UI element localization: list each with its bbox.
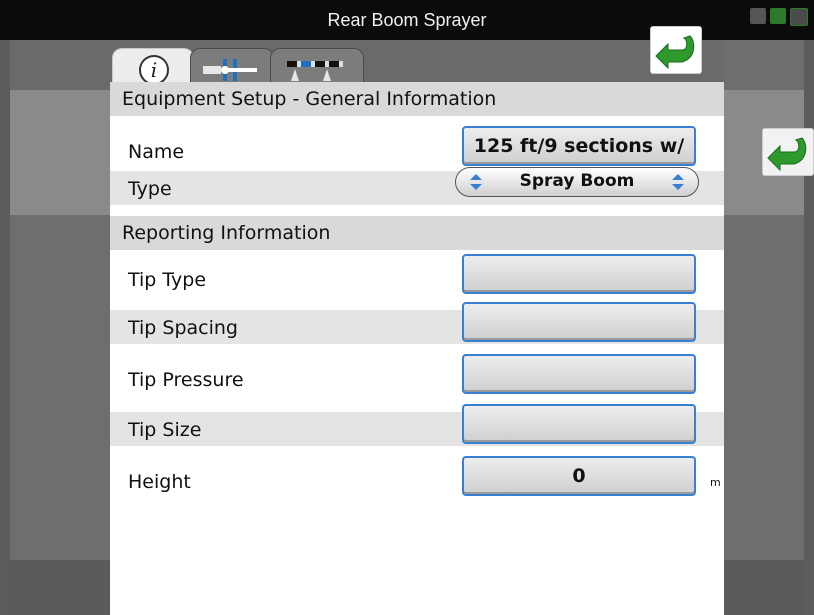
back-button[interactable] — [650, 26, 702, 74]
boom-sections-icon — [287, 61, 343, 81]
tip-pressure-row: Tip Pressure — [110, 354, 724, 396]
machine-status-icon — [750, 8, 766, 24]
tip-size-label: Tip Size — [128, 419, 202, 441]
tip-spacing-label: Tip Spacing — [128, 317, 238, 339]
tip-type-row: Tip Type — [110, 254, 724, 296]
status-icons — [750, 8, 808, 26]
tip-type-label: Tip Type — [128, 269, 207, 291]
tip-spacing-row: Tip Spacing — [110, 302, 724, 344]
tip-size-row: Tip Size — [110, 404, 724, 446]
gps-status-icon — [770, 8, 786, 24]
height-field[interactable]: 0 — [462, 456, 696, 496]
spinner-right-icon — [672, 174, 684, 190]
back-arrow-icon — [767, 137, 807, 172]
spinner-left-icon — [470, 174, 482, 190]
tip-size-field[interactable] — [462, 404, 696, 444]
name-field[interactable]: 125 ft/9 sections w/ — [462, 126, 696, 166]
right-edge — [804, 40, 814, 615]
type-select[interactable]: Spray Boom — [455, 167, 699, 197]
height-row: Height 0 m — [110, 456, 724, 498]
back-arrow-icon — [655, 35, 695, 70]
info-icon: i — [139, 55, 169, 85]
tip-pressure-label: Tip Pressure — [128, 369, 244, 391]
name-label: Name — [128, 141, 185, 163]
height-label: Height — [128, 471, 191, 493]
connection-status-icon — [790, 8, 808, 26]
reporting-info-header: Reporting Information — [110, 216, 724, 250]
tip-spacing-field[interactable] — [462, 302, 696, 342]
left-edge — [0, 40, 10, 615]
tip-type-field[interactable] — [462, 254, 696, 294]
general-info-header: Equipment Setup - General Information — [110, 82, 724, 116]
type-value: Spray Boom — [519, 171, 635, 191]
back-button-secondary[interactable] — [762, 128, 814, 176]
hitch-tools-icon — [203, 59, 257, 81]
tip-pressure-field[interactable] — [462, 354, 696, 394]
name-row: Name 125 ft/9 sections w/ — [110, 126, 724, 168]
equipment-setup-panel: Equipment Setup - General Information Na… — [110, 82, 724, 615]
type-label: Type — [128, 178, 172, 200]
height-unit: m — [710, 476, 721, 489]
type-row: Type Spray Boom — [110, 167, 724, 205]
